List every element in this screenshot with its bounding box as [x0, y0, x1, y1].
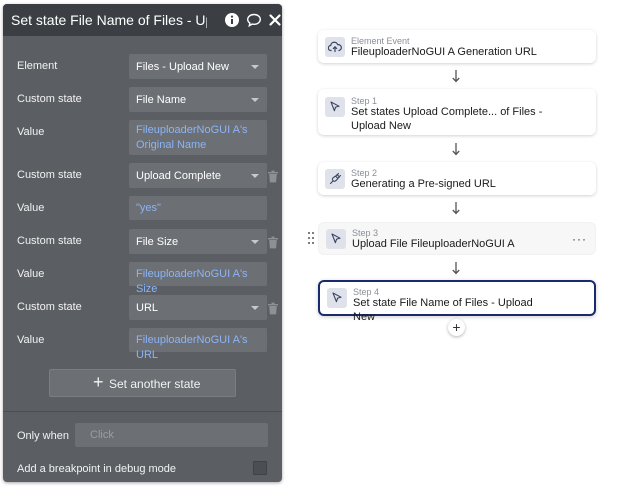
- trash-icon[interactable]: [267, 302, 279, 315]
- custom-state-dropdown[interactable]: File Size: [129, 229, 267, 254]
- only-when-placeholder: Click: [90, 429, 114, 441]
- plus-icon: +: [93, 372, 104, 392]
- custom-state-label: Custom state: [17, 169, 82, 181]
- value-expression-field[interactable]: FileuploaderNoGUI A's Size: [129, 262, 267, 295]
- value-expression-field[interactable]: FileuploaderNoGUI A's Original Name: [129, 120, 267, 155]
- custom-state-dropdown[interactable]: Upload Complete: [129, 163, 267, 188]
- value-expression-field[interactable]: "yes": [129, 196, 267, 220]
- chevron-down-icon: [251, 98, 259, 102]
- comment-icon[interactable]: [246, 12, 262, 28]
- add-step-button[interactable]: +: [448, 319, 465, 336]
- value-expression-line-1: FileuploaderNoGUI A's Size: [136, 268, 248, 295]
- custom-state-dropdown[interactable]: URL: [129, 295, 267, 320]
- step-title: Set states Upload Complete... of Files -…: [351, 106, 543, 132]
- value-label: Value: [17, 268, 45, 280]
- drag-handle-icon[interactable]: [307, 231, 315, 245]
- more-options-icon[interactable]: ···: [572, 232, 587, 246]
- step-title: Upload File FileuploaderNoGUI A: [352, 238, 515, 250]
- arrow-down-icon: [451, 69, 461, 83]
- event-title: FileuploaderNoGUI A Generation URL: [351, 46, 537, 58]
- chevron-down-icon: [251, 240, 259, 244]
- panel-header: Set state File Name of Files - Upl: [3, 4, 282, 36]
- plug-icon: [325, 169, 345, 189]
- custom-state-label: Custom state: [17, 235, 82, 247]
- value-expression-line-1: FileuploaderNoGUI A's: [136, 124, 248, 136]
- element-dropdown[interactable]: Files - Upload New: [129, 54, 267, 79]
- workflow-step-2[interactable]: Step 2 Generating a Pre-signed URL: [318, 162, 596, 195]
- value-expression-field[interactable]: FileuploaderNoGUI A's URL: [129, 328, 267, 361]
- value-expression-line-2: Original Name: [136, 139, 207, 151]
- close-icon[interactable]: [267, 12, 282, 28]
- element-label: Element: [17, 60, 58, 72]
- workflow-step-1[interactable]: Step 1 Set states Upload Complete... of …: [318, 89, 596, 135]
- element-dropdown-value: Files - Upload New: [136, 61, 229, 73]
- property-editor-panel: Set state File Name of Files - Upl Eleme…: [3, 4, 282, 482]
- cursor-icon: [326, 229, 346, 249]
- chevron-down-icon: [251, 306, 259, 310]
- trash-icon[interactable]: [267, 170, 279, 183]
- set-another-state-button[interactable]: + Set another state: [49, 369, 236, 397]
- custom-state-dropdown[interactable]: File Name: [129, 87, 267, 112]
- custom-state-value: URL: [136, 302, 159, 314]
- custom-state-label: Custom state: [17, 93, 82, 105]
- arrow-down-icon: [451, 201, 461, 215]
- section-divider: [3, 411, 282, 412]
- only-when-label: Only when: [17, 430, 69, 442]
- arrow-down-icon: [451, 142, 461, 156]
- breakpoint-checkbox[interactable]: [253, 461, 267, 475]
- custom-state-value: Upload Complete: [136, 170, 221, 182]
- value-label: Value: [17, 126, 45, 138]
- value-label: Value: [17, 334, 45, 346]
- upload-cloud-icon: [325, 37, 345, 57]
- custom-state-value: File Size: [136, 236, 179, 248]
- value-expression-line-1: "yes": [136, 202, 161, 214]
- info-icon[interactable]: [224, 12, 240, 28]
- chevron-down-icon: [251, 65, 259, 69]
- value-expression-line-1: FileuploaderNoGUI A's URL: [136, 334, 248, 361]
- trash-icon[interactable]: [267, 236, 279, 249]
- step-title: Generating a Pre-signed URL: [351, 178, 496, 190]
- custom-state-value: File Name: [136, 94, 187, 106]
- set-another-state-label: Set another state: [109, 377, 201, 391]
- cursor-icon: [327, 288, 347, 308]
- only-when-condition-field[interactable]: Click: [75, 423, 268, 447]
- value-label: Value: [17, 202, 45, 214]
- breakpoint-label: Add a breakpoint in debug mode: [17, 463, 177, 475]
- arrow-down-icon: [451, 261, 461, 275]
- workflow-event-card[interactable]: Element Event FileuploaderNoGUI A Genera…: [318, 30, 596, 63]
- workflow-step-4[interactable]: Step 4 Set state File Name of Files - Up…: [318, 280, 596, 323]
- cursor-icon: [325, 97, 345, 117]
- custom-state-label: Custom state: [17, 301, 82, 313]
- workflow-step-3[interactable]: Step 3 Upload File FileuploaderNoGUI A: [318, 222, 596, 255]
- chevron-down-icon: [251, 174, 259, 178]
- panel-title: Set state File Name of Files - Upl: [11, 12, 207, 28]
